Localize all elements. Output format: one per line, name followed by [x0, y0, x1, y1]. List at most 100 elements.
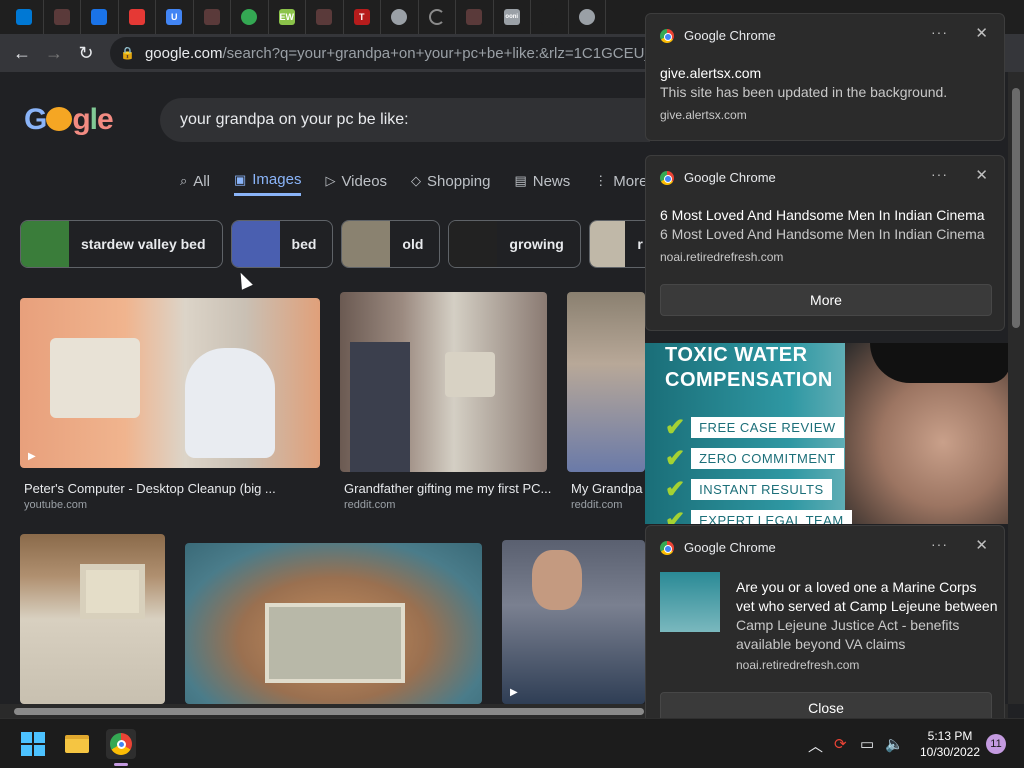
horizontal-scroll-thumb[interactable] — [14, 708, 644, 715]
close-icon[interactable]: ✕ — [975, 24, 988, 42]
volume-icon[interactable]: 🔈 — [885, 735, 904, 753]
mouse-cursor — [235, 270, 253, 290]
browser-tab[interactable] — [231, 0, 269, 34]
t-letter-icon: T — [353, 9, 370, 25]
reload-icon[interactable]: ↻ — [70, 37, 102, 69]
browser-tab[interactable] — [381, 0, 419, 34]
person-shape — [532, 550, 582, 610]
refresh-update-icon[interactable]: ⟳ — [834, 735, 847, 753]
related-search-chip[interactable]: old — [341, 220, 441, 268]
notification-title: give.alertsx.com — [660, 65, 762, 81]
result-caption-3[interactable]: My Grandpa i — [571, 481, 645, 496]
related-search-chip[interactable]: bed — [230, 220, 334, 268]
browser-tab[interactable] — [531, 0, 569, 34]
tab-videos[interactable]: ▷ Videos — [325, 166, 387, 196]
chrome-logo-icon — [660, 170, 674, 185]
ad-item-label: INSTANT RESULTS — [691, 479, 832, 500]
notification-body: Camp Lejeune Justice Act - benefits avai… — [736, 617, 960, 652]
browser-tab[interactable] — [119, 0, 156, 34]
more-options-icon[interactable]: ··· — [931, 24, 948, 40]
more-options-icon[interactable]: ··· — [931, 166, 948, 182]
browser-tab[interactable]: U — [156, 0, 194, 34]
notification-app-name: Google Chrome — [684, 28, 776, 43]
notification-2[interactable]: Google Chrome ··· ✕ 6 Most Loved And Han… — [645, 155, 1005, 331]
vertical-scroll-thumb[interactable] — [1012, 88, 1020, 328]
browser-tab[interactable] — [569, 0, 606, 34]
notification-1[interactable]: Google Chrome ··· ✕ give.alertsx.com Thi… — [645, 13, 1005, 141]
tab-news[interactable]: ▤ News — [514, 166, 570, 196]
notification-source: noai.retiredrefresh.com — [736, 658, 860, 672]
notification-header: Google Chrome — [660, 170, 776, 185]
ad-item-label: EXPERT LEGAL TEAM — [691, 510, 852, 524]
image-result-4[interactable] — [20, 534, 165, 704]
result-source-2[interactable]: reddit.com — [344, 499, 395, 511]
ad-headline: TOXIC WATER COMPENSATION — [665, 343, 833, 393]
chip-label: old — [402, 236, 424, 252]
image-result-3[interactable] — [567, 292, 645, 472]
browser-tab[interactable]: T — [344, 0, 381, 34]
result-source-3[interactable]: reddit.com — [571, 499, 622, 511]
browser-tab[interactable]: EW — [269, 0, 306, 34]
notification-title: Are you or a loved one a Marine Corps ve… — [736, 579, 998, 614]
tab-all[interactable]: ⌕ All — [180, 166, 210, 196]
related-search-chip[interactable]: growing — [448, 220, 581, 268]
tab-shopping[interactable]: ◇ Shopping — [411, 166, 490, 196]
toxic-water-ad-banner[interactable]: TOXIC WATER COMPENSATION ✔ FREE CASE REVI… — [645, 343, 1008, 524]
pumpkin-icon — [46, 107, 73, 131]
close-icon[interactable]: ✕ — [975, 166, 988, 184]
image-result-1[interactable]: ▶ — [20, 298, 320, 468]
windows-taskbar: ︿ ⟳ ▭ 🔈 5:13 PM 10/30/2022 11 — [0, 718, 1024, 768]
browser-tab[interactable] — [81, 0, 119, 34]
videos-icon: ▷ — [325, 173, 336, 188]
image-result-6[interactable]: ▶ — [502, 540, 645, 704]
chrome-logo-icon — [660, 540, 674, 555]
result-source-1[interactable]: youtube.com — [24, 499, 87, 511]
notification-count-badge[interactable]: 11 — [986, 734, 1006, 754]
tab-label: News — [532, 172, 571, 190]
video-play-icon: ▶ — [510, 687, 518, 698]
taskbar-clock[interactable]: 5:13 PM 10/30/2022 — [912, 728, 988, 760]
chrome-taskbar-icon[interactable] — [106, 729, 136, 759]
more-options-icon[interactable]: ··· — [931, 536, 948, 552]
result-caption-1[interactable]: Peter's Computer - Desktop Cleanup (big … — [24, 481, 324, 496]
chip-thumbnail — [21, 221, 69, 267]
browser-tab[interactable] — [419, 0, 456, 34]
chevron-up-icon[interactable]: ︿ — [808, 735, 823, 756]
monitor-shape — [445, 352, 495, 397]
checkmark-icon: ✔ — [665, 445, 686, 472]
search-tabs: ⌕ All ▣ Images ▷ Videos ◇ Shopping ▤ News ⋮ More — [180, 166, 671, 196]
search-input[interactable]: your grandpa on your pc be like: — [160, 98, 650, 142]
address-bar[interactable]: 🔒 google.com/search?q=your+grandpa+on+yo… — [110, 37, 670, 69]
checkmark-icon: ✔ — [665, 414, 686, 441]
browser-tab[interactable] — [194, 0, 231, 34]
google-doodle-logo[interactable]: Ggle — [24, 103, 114, 137]
close-icon[interactable]: ✕ — [975, 536, 988, 554]
result-caption-2[interactable]: Grandfather gifting me my first PC... — [344, 481, 554, 496]
notification-3[interactable]: Google Chrome ··· ✕ Are you or a loved o… — [645, 525, 1005, 725]
more-button[interactable]: More — [660, 284, 992, 316]
browser-tab[interactable] — [456, 0, 494, 34]
chip-thumbnail — [342, 221, 391, 267]
chip-label: growing — [509, 236, 564, 252]
browser-tab[interactable] — [44, 0, 81, 34]
browser-tab[interactable] — [306, 0, 344, 34]
tab-images[interactable]: ▣ Images — [233, 166, 302, 196]
clock-time: 5:13 PM — [927, 729, 973, 743]
tab-more[interactable]: ⋮ More — [594, 166, 647, 196]
checkmark-icon — [91, 9, 108, 25]
browser-tab[interactable] — [6, 0, 44, 34]
more-icon: ⋮ — [594, 173, 608, 188]
active-app-indicator — [114, 763, 128, 766]
image-result-5[interactable] — [185, 543, 482, 704]
back-arrow-icon[interactable]: ← — [6, 37, 38, 69]
windows-start-icon[interactable] — [18, 729, 48, 759]
loading-icon — [428, 9, 445, 25]
related-search-chip[interactable]: stardew valley bed — [20, 220, 223, 268]
browser-tab[interactable]: ooni — [494, 0, 531, 34]
forward-arrow-icon[interactable]: → — [38, 37, 70, 69]
image-result-2[interactable] — [340, 292, 547, 472]
vertical-scrollbar[interactable] — [1008, 72, 1024, 704]
monitor-shape — [50, 338, 140, 418]
file-explorer-icon[interactable] — [62, 729, 92, 759]
network-icon[interactable]: ▭ — [860, 735, 874, 753]
